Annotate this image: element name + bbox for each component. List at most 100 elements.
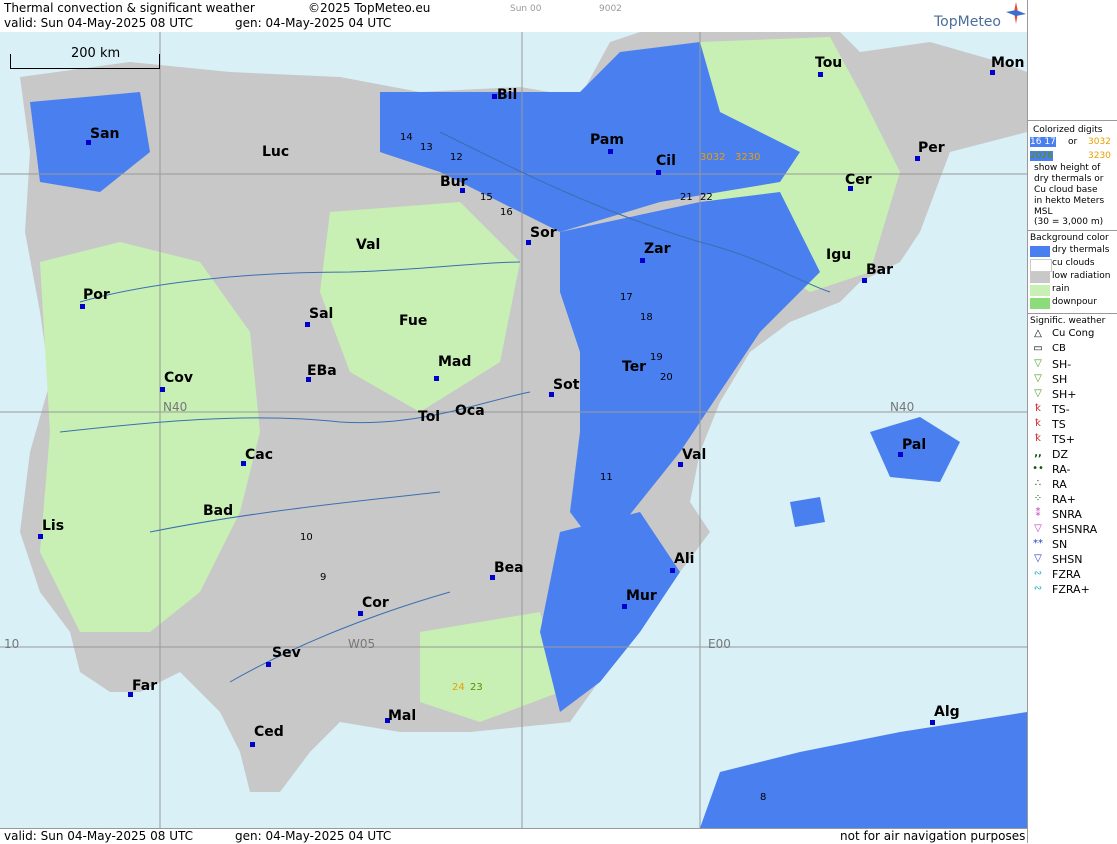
legend-panel: Colorized digits 16 17 or 3032 2026 3230…	[1027, 0, 1117, 843]
footer-gen: gen: 04-May-2025 04 UTC	[235, 829, 392, 843]
legend-background: Background color dry thermals cu clouds …	[1028, 230, 1117, 311]
north-africa	[700, 712, 1027, 828]
city-eba: EBa	[307, 363, 337, 379]
city-por: Por	[83, 287, 110, 303]
thermal-value: 20	[660, 372, 673, 383]
city-dot	[38, 534, 43, 539]
cloudbase-value: 3032	[700, 152, 726, 163]
city-mal: Mal	[388, 708, 417, 724]
city-dot	[80, 304, 85, 309]
valid-time: valid: Sun 04-May-2025 08 UTC	[4, 16, 193, 30]
swatch-dry	[1030, 246, 1050, 257]
city-ali: Ali	[674, 551, 695, 567]
city-cil: Cil	[656, 153, 676, 169]
city-bur: Bur	[440, 174, 468, 190]
city-ced: Ced	[254, 724, 284, 740]
swatch-downpour	[1030, 298, 1050, 309]
city-dot	[266, 662, 271, 667]
compass-icon	[1006, 2, 1026, 24]
city-cac: Cac	[245, 447, 274, 463]
thermal-value: 16	[500, 207, 513, 218]
swatch-rain	[1030, 285, 1050, 296]
thermal-value: 23	[470, 682, 483, 693]
thermal-value: 18	[640, 312, 653, 323]
header-bar: Thermal convection & significant weather…	[0, 0, 1027, 33]
thermal-value: 12	[450, 152, 463, 163]
shower-icon: ▽	[1034, 373, 1042, 384]
thermal-value: 9	[320, 572, 327, 583]
thermal-value: 10	[300, 532, 313, 543]
city-dot	[250, 742, 255, 747]
thermal-value: 15	[480, 192, 493, 203]
city-zar: Zar	[644, 241, 671, 257]
city-sor: Sor	[530, 225, 557, 241]
city-alg: Alg	[934, 704, 960, 720]
thermal-value: 13	[420, 142, 433, 153]
city-tol: Tol	[418, 409, 441, 425]
cucong-icon: △	[1034, 328, 1042, 339]
map-title: Thermal convection & significant weather	[4, 1, 255, 15]
legend-sigwx: Signific. weather △ Cu Cong ▭ CB ▽ SH- ▽ SH …	[1028, 313, 1117, 596]
city-dot	[818, 72, 823, 77]
city-cor: Cor	[362, 595, 389, 611]
city-far: Far	[132, 678, 158, 694]
city-igu: Igu	[826, 247, 852, 263]
city-dot	[622, 604, 627, 609]
footer-note: not for air navigation purposes	[840, 829, 1026, 843]
grid-label-e00: E00	[708, 637, 731, 651]
city-cov: Cov	[164, 370, 194, 386]
gen-time: gen: 04-May-2025 04 UTC	[235, 16, 392, 30]
day-label: Sun 00	[510, 4, 542, 14]
thermal-value: 17	[620, 292, 633, 303]
thunder-icon: ꝁ	[1035, 418, 1041, 429]
cloudbase-value: 3230	[735, 152, 761, 163]
city-dot	[656, 170, 661, 175]
city-fue: Fue	[399, 313, 428, 329]
city-ter: Ter	[622, 359, 647, 375]
dry-area-southeast	[540, 512, 680, 712]
rain-icon: ∴	[1034, 478, 1042, 489]
city-dot	[862, 278, 867, 283]
city-dot	[608, 149, 613, 154]
copyright: ©2025 TopMeteo.eu	[308, 1, 431, 15]
snow-icon: **	[1033, 538, 1043, 549]
city-sot: Sot	[553, 377, 580, 393]
city-sev: Sev	[272, 645, 301, 661]
snow-shower-icon: ▽	[1034, 553, 1042, 564]
city-tou: Tou	[815, 55, 843, 71]
city-dot	[160, 387, 165, 392]
city-mur: Mur	[626, 588, 657, 604]
city-per: Per	[918, 140, 945, 156]
thermal-value: 22	[700, 192, 713, 203]
city-dot	[434, 376, 439, 381]
swatch-cu	[1030, 259, 1052, 272]
city-cer: Cer	[845, 172, 872, 188]
city-mad: Mad	[438, 354, 472, 370]
city-dot	[358, 611, 363, 616]
city-sal: Sal	[309, 306, 334, 322]
weather-map[interactable]: 200 km N40 N40 W05 E00 10 Bil San Luc Bu…	[0, 32, 1027, 828]
freezing-rain-heavy-icon: ∾	[1033, 583, 1043, 594]
city-dot	[670, 568, 675, 573]
cb-icon: ▭	[1033, 343, 1043, 354]
thermal-value: 14	[400, 132, 413, 143]
code-label: 9002	[599, 4, 622, 14]
city-bil: Bil	[497, 87, 518, 103]
ibiza	[790, 497, 825, 527]
city-dot	[305, 322, 310, 327]
scale-bar: 200 km	[10, 46, 160, 69]
grid-label-10: 10	[4, 637, 20, 651]
city-luc: Luc	[262, 144, 290, 160]
city-pal: Pal	[902, 437, 927, 453]
city-san: San	[90, 126, 120, 142]
city-bad: Bad	[203, 503, 234, 519]
thermal-value: 8	[760, 792, 767, 803]
thunder-light-icon: ꝁ	[1035, 403, 1041, 414]
drizzle-icon: ,,	[1034, 448, 1042, 459]
swatch-low	[1030, 272, 1050, 283]
snow-rain-icon: ⁑	[1035, 508, 1041, 519]
grid-label-n40-east: N40	[890, 400, 915, 414]
snow-rain-shower-icon: ▽	[1034, 523, 1042, 534]
city-dot	[915, 156, 920, 161]
grid-label-w05: W05	[348, 637, 376, 651]
